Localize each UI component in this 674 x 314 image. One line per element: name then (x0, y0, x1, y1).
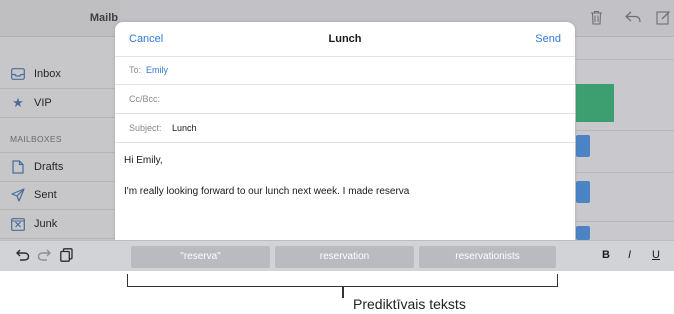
message-marker (576, 226, 590, 240)
list-divider (576, 172, 674, 173)
inbox-tray-icon (10, 66, 26, 82)
junk-box-icon (10, 216, 26, 232)
to-recipient[interactable]: Emily (146, 65, 168, 75)
subject-label: Subject: (129, 123, 162, 133)
list-divider (576, 59, 674, 60)
document-icon (10, 159, 26, 175)
sidebar-item-label: VIP (34, 97, 52, 109)
callout-label: Prediktīvais teksts (353, 296, 466, 312)
compose-title: Lunch (328, 33, 362, 45)
compose-navbar: Cancel Lunch Send (115, 22, 575, 57)
underline-button[interactable]: U (652, 249, 660, 261)
compose-icon[interactable] (655, 10, 671, 26)
message-marker (576, 181, 590, 203)
redo-icon[interactable] (37, 248, 51, 264)
message-marker (576, 135, 590, 157)
compose-sheet: Cancel Lunch Send To: Emily Cc/Bcc: Subj… (115, 22, 575, 240)
sidebar-item-label: Junk (34, 218, 58, 230)
sidebar-item-drafts[interactable]: Drafts (0, 152, 120, 182)
keyboard-shortcut-bar: "reserva" reservation reservationists B … (0, 240, 674, 271)
trash-icon[interactable] (588, 10, 604, 26)
sidebar-header: Mailb (0, 0, 120, 37)
paper-plane-icon (10, 187, 26, 203)
mailboxes-section-title: MAILBOXES (10, 134, 62, 144)
subject-value[interactable]: Lunch (172, 123, 197, 133)
list-divider (576, 130, 674, 131)
prediction-suggestion[interactable]: reservationists (419, 246, 556, 268)
sidebar-item-label: Drafts (34, 161, 64, 173)
sidebar-item-sent[interactable]: Sent (0, 181, 120, 210)
send-button[interactable]: Send (535, 33, 561, 45)
italic-button[interactable]: I (628, 249, 631, 261)
reply-icon[interactable] (625, 10, 641, 26)
prediction-suggestion[interactable]: reservation (275, 246, 414, 268)
ccbcc-field[interactable]: Cc/Bcc: (115, 85, 575, 114)
paste-icon[interactable] (60, 248, 73, 265)
sidebar-item-junk[interactable]: Junk (0, 210, 120, 239)
body-greeting[interactable]: Hi Emily, (124, 155, 163, 166)
ipad-screen: Mailb Inbox ★ VIP MAILBOXES Drafts Sent (0, 0, 674, 271)
sidebar-item-vip[interactable]: ★ VIP (0, 89, 120, 118)
body-text-line[interactable]: I'm really looking forward to our lunch … (124, 186, 409, 197)
mailboxes-sidebar: Mailb Inbox ★ VIP MAILBOXES Drafts Sent (0, 0, 121, 240)
subject-field[interactable]: Subject: Lunch (115, 114, 575, 143)
list-divider (576, 221, 674, 222)
sidebar-item-label: Sent (34, 189, 57, 201)
to-label: To: (129, 65, 142, 75)
swipe-action-tile (576, 84, 614, 122)
callout-stem (342, 286, 344, 298)
prediction-typed-word[interactable]: "reserva" (131, 246, 270, 268)
ccbcc-label: Cc/Bcc: (129, 94, 161, 104)
star-icon: ★ (12, 95, 24, 110)
sidebar-item-label: Inbox (34, 68, 61, 80)
undo-icon[interactable] (16, 248, 30, 264)
sidebar-title: Mailb (89, 12, 118, 24)
to-field[interactable]: To: Emily (115, 56, 575, 85)
sidebar-item-inbox[interactable]: Inbox (0, 60, 120, 89)
bold-button[interactable]: B (602, 249, 610, 261)
